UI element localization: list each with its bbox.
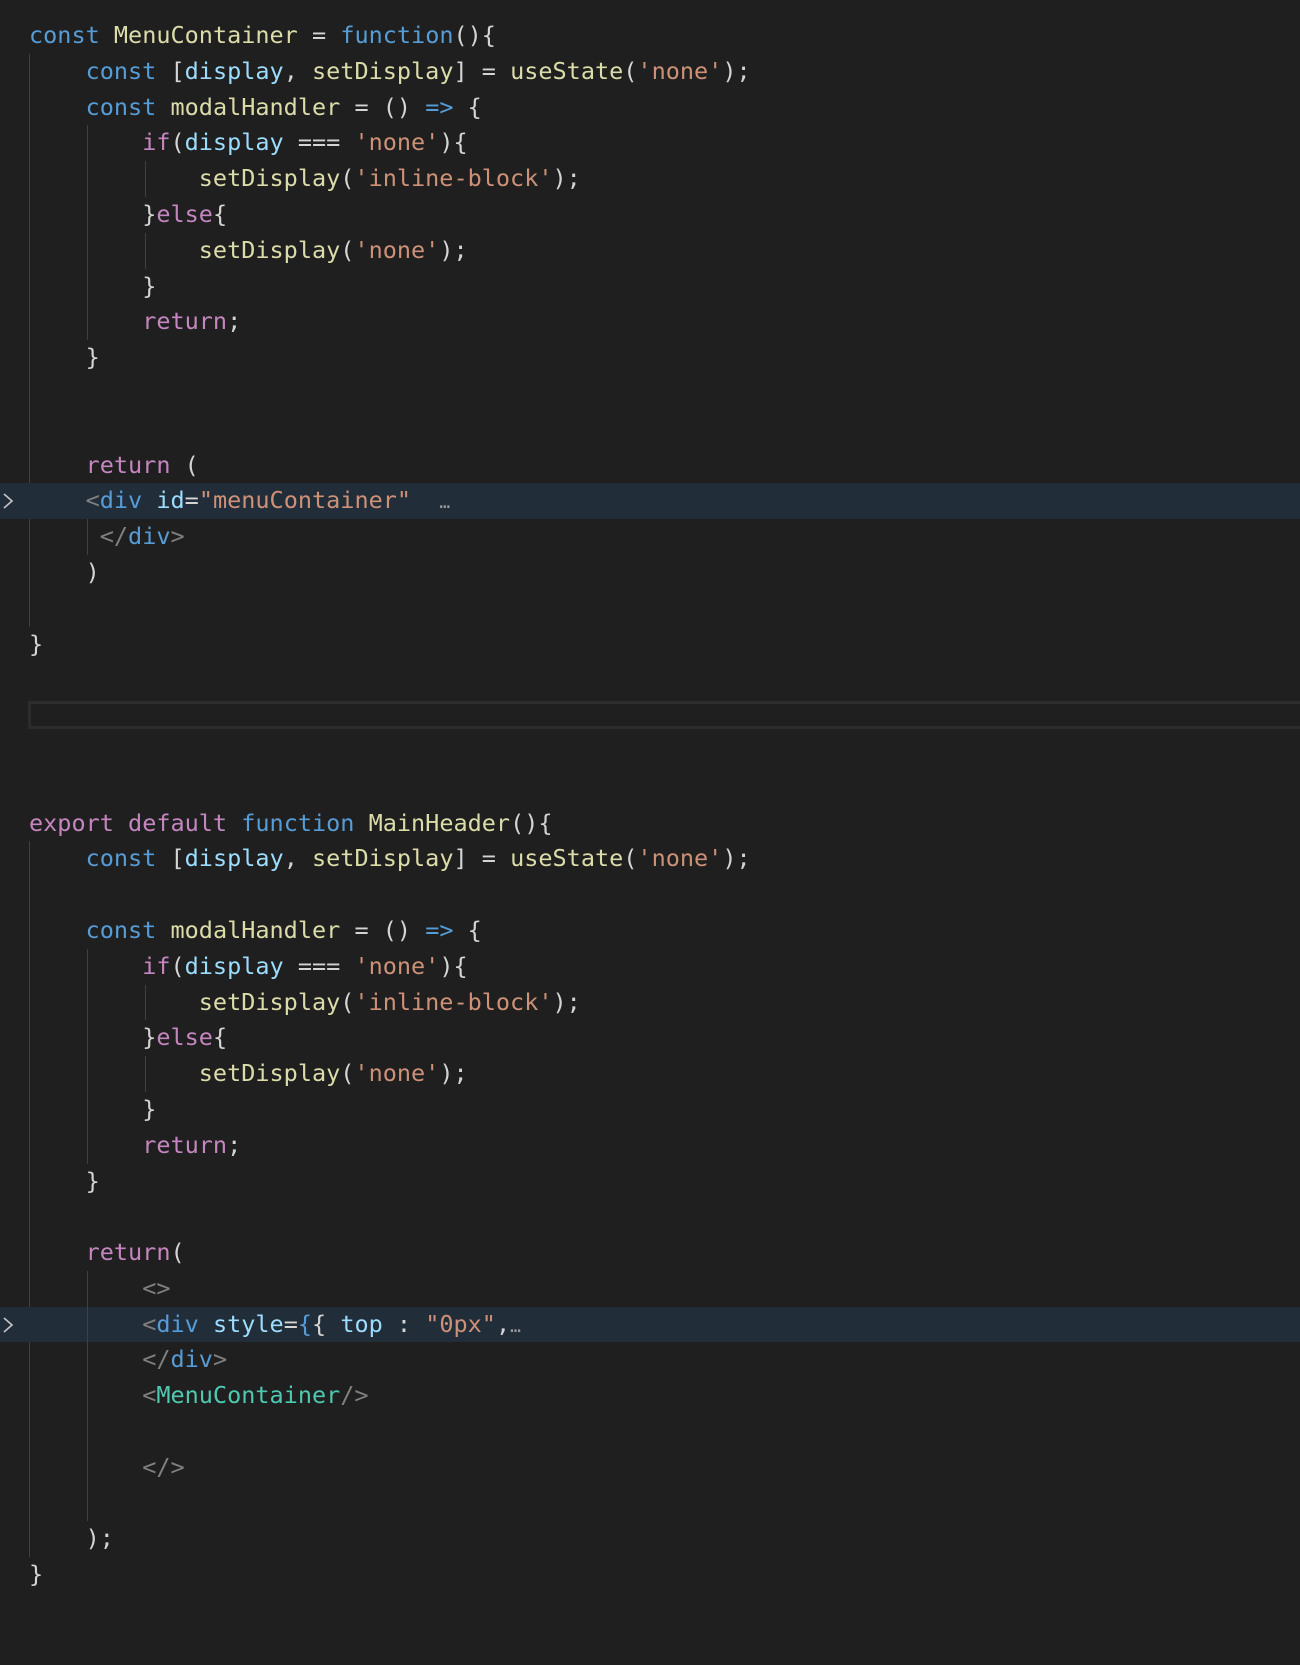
code-line[interactable]: }: [0, 340, 1300, 376]
code-line[interactable]: }: [0, 1163, 1300, 1200]
code-line[interactable]: }: [0, 1557, 1300, 1593]
current-line-outline: [28, 701, 1300, 730]
code-line[interactable]: return (: [0, 447, 1300, 484]
code-line[interactable]: setDisplay('inline-block');: [0, 984, 1300, 1021]
code-line[interactable]: [0, 734, 1300, 770]
code-line[interactable]: </>: [0, 1449, 1300, 1486]
code-line[interactable]: return;: [0, 304, 1300, 341]
code-line[interactable]: [0, 877, 1300, 913]
code-line[interactable]: [0, 1414, 1300, 1450]
code-line-current[interactable]: [0, 698, 1300, 734]
code-line-folded[interactable]: <div style={{ top : "0px",…: [0, 1306, 1300, 1343]
code-line[interactable]: if(display === 'none'){: [0, 948, 1300, 985]
code-line[interactable]: }else{: [0, 196, 1300, 233]
code-line[interactable]: </div>: [0, 519, 1300, 555]
code-line[interactable]: const [display, setDisplay] = useState('…: [0, 53, 1300, 90]
code-line[interactable]: setDisplay('none');: [0, 1056, 1300, 1092]
code-line[interactable]: }: [0, 1091, 1300, 1128]
code-line[interactable]: [0, 375, 1300, 412]
code-line[interactable]: return;: [0, 1127, 1300, 1164]
collapsed-ellipsis[interactable]: …: [439, 492, 450, 513]
code-line[interactable]: }else{: [0, 1020, 1300, 1057]
code-line[interactable]: }: [0, 268, 1300, 305]
code-line[interactable]: <MenuContainer/>: [0, 1378, 1300, 1415]
code-line[interactable]: [0, 411, 1300, 448]
code-line[interactable]: </div>: [0, 1342, 1300, 1379]
code-line[interactable]: <>: [0, 1270, 1300, 1307]
code-line[interactable]: [0, 1485, 1300, 1522]
code-line-folded[interactable]: <div id="menuContainer" …: [0, 483, 1300, 520]
code-line[interactable]: [0, 1199, 1300, 1236]
code-line[interactable]: [0, 662, 1300, 698]
code-line[interactable]: setDisplay('none');: [0, 232, 1300, 269]
code-line[interactable]: const modalHandler = () => {: [0, 912, 1300, 949]
fold-expand-icon[interactable]: [2, 1307, 16, 1343]
code-line[interactable]: if(display === 'none'){: [0, 125, 1300, 162]
collapsed-ellipsis[interactable]: …: [510, 1316, 521, 1337]
code-line[interactable]: }: [0, 627, 1300, 663]
code-line[interactable]: setDisplay('inline-block');: [0, 161, 1300, 197]
code-line[interactable]: ): [0, 554, 1300, 591]
code-line[interactable]: const MenuContainer = function(){: [0, 18, 1300, 54]
code-line[interactable]: );: [0, 1521, 1300, 1558]
code-line[interactable]: export default function MainHeader(){: [0, 806, 1300, 842]
code-line[interactable]: [0, 770, 1300, 806]
code-line[interactable]: const modalHandler = () => {: [0, 89, 1300, 126]
code-line[interactable]: return(: [0, 1235, 1300, 1271]
code-editor[interactable]: const MenuContainer = function(){ const …: [0, 18, 1300, 1593]
code-line[interactable]: const [display, setDisplay] = useState('…: [0, 841, 1300, 878]
fold-expand-icon[interactable]: [2, 483, 16, 519]
code-line[interactable]: [0, 590, 1300, 627]
